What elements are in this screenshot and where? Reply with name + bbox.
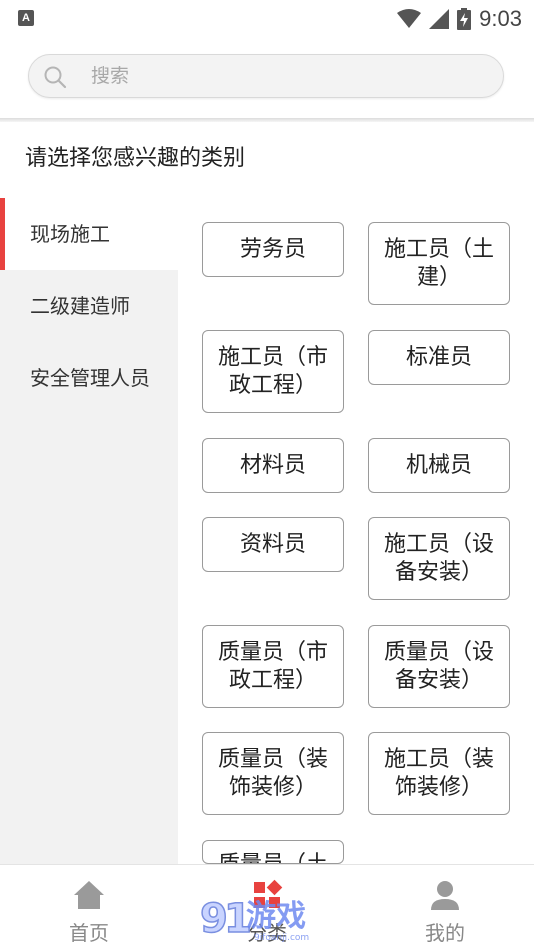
category-button-standards[interactable]: 标准员 (368, 330, 510, 385)
watermark-logo: 9 1 游戏 9ifoanji.com (199, 895, 309, 943)
search-input[interactable] (91, 55, 471, 97)
notification-app-icon: A (18, 10, 34, 26)
category-button-documents[interactable]: 资料员 (202, 517, 344, 572)
status-indicators: 9:03 (397, 5, 522, 33)
sidebar-item-level2-constructor[interactable]: 二级建造师 (0, 270, 178, 342)
nav-home-label: 首页 (69, 921, 109, 945)
search-area (0, 38, 534, 118)
category-button-quality-civil[interactable]: 质量员（土 (202, 840, 344, 864)
wifi-icon (397, 9, 422, 28)
profile-icon (431, 881, 459, 910)
category-button-labor[interactable]: 劳务员 (202, 222, 344, 277)
sidebar-item-onsite-construction[interactable]: 现场施工 (0, 198, 178, 270)
nav-home[interactable]: 首页 (29, 865, 149, 951)
search-box[interactable] (28, 54, 504, 98)
battery-charging-icon (457, 8, 472, 30)
clock: 9:03 (479, 6, 522, 31)
category-button-construction-equipment[interactable]: 施工员（设备安装） (368, 517, 510, 600)
sidebar-item-safety-management[interactable]: 安全管理人员 (0, 342, 178, 414)
nav-profile-label: 我的 (425, 921, 465, 945)
header-divider (0, 118, 534, 122)
category-button-construction-decoration[interactable]: 施工员（装饰装修） (368, 732, 510, 815)
category-button-machinery[interactable]: 机械员 (368, 438, 510, 493)
svg-text:9ifoanji.com: 9ifoanji.com (254, 933, 309, 943)
search-icon (44, 66, 67, 89)
category-button-construction-civil[interactable]: 施工员（土建） (368, 222, 510, 305)
status-bar: A 9:03 (0, 0, 534, 38)
cellular-signal-icon (429, 9, 450, 29)
page-title: 请选择您感兴趣的类别 (25, 146, 246, 171)
category-button-construction-municipal[interactable]: 施工员（市政工程） (202, 330, 344, 413)
category-button-quality-equipment[interactable]: 质量员（设备安装） (368, 625, 510, 708)
svg-text:游戏: 游戏 (246, 899, 306, 934)
category-button-quality-municipal[interactable]: 质量员（市政工程） (202, 625, 344, 708)
nav-profile[interactable]: 我的 (385, 865, 505, 951)
category-button-quality-decoration[interactable]: 质量员（装饰装修） (202, 732, 344, 815)
category-button-materials[interactable]: 材料员 (202, 438, 344, 493)
home-icon (74, 881, 104, 909)
category-sidebar: 现场施工 二级建造师 安全管理人员 (0, 198, 178, 864)
